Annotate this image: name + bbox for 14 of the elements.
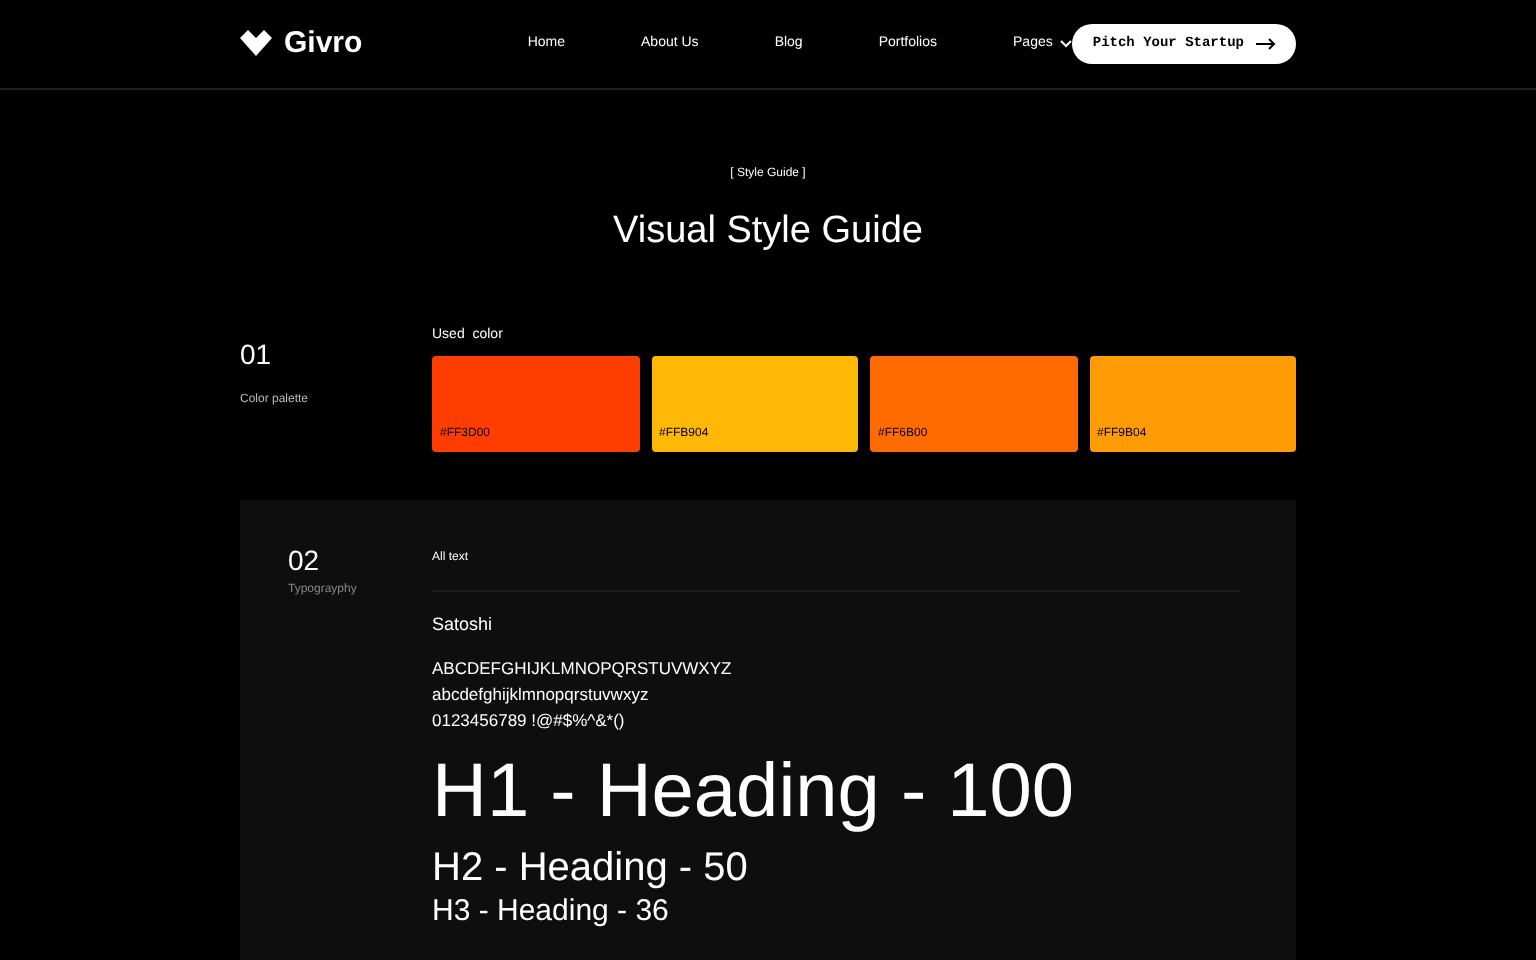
character-sample: 0123456789 !@#$%^&*() [432, 707, 627, 733]
arrow-right-icon [1256, 38, 1276, 50]
heading-sample: H2 - Heading - 50 [432, 843, 750, 893]
chevron-down-icon [1060, 40, 1073, 48]
heart-logo-icon [240, 30, 272, 58]
heading-sample: H3 - Heading - 36 [432, 893, 671, 929]
section-number: 01 [240, 335, 274, 373]
character-sample: abcdefghijklmnopqrstuvwxyz [432, 681, 651, 707]
heading-sample: H1 - Heading - 100 [432, 749, 1077, 833]
section-number: 02 [288, 542, 322, 580]
brand-name[interactable]: Givro [284, 21, 363, 67]
page-title: Visual Style Guide [613, 208, 923, 256]
character-sample: ABCDEFGHIJKLMNOPQRSTUVWXYZ [432, 655, 734, 681]
font-name: Satoshi [432, 612, 495, 638]
